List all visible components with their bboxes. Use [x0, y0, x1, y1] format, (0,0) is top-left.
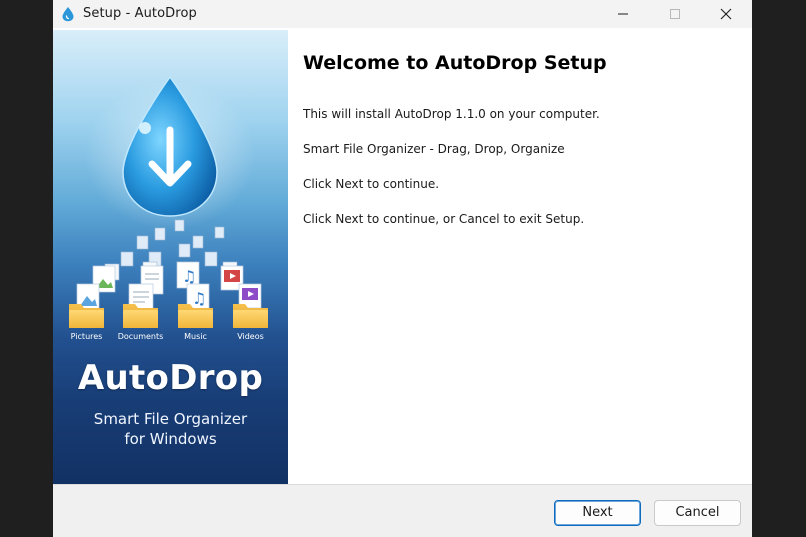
- brand-tagline-line-2: for Windows: [124, 430, 217, 448]
- next-button[interactable]: Next: [554, 500, 641, 526]
- maximize-icon: [670, 9, 680, 19]
- svg-text:♫: ♫: [182, 267, 196, 286]
- video-files-icon: [220, 265, 262, 309]
- close-icon: [720, 8, 732, 20]
- minimize-button[interactable]: [597, 0, 649, 28]
- continue-instruction: Click Next to continue.: [303, 177, 440, 191]
- picture-files-icon: [76, 265, 116, 311]
- window-title: Setup - AutoDrop: [83, 6, 197, 21]
- welcome-content: Welcome to AutoDrop Setup This will inst…: [289, 30, 752, 484]
- product-tagline: Smart File Organizer - Drag, Drop, Organ…: [303, 142, 565, 156]
- folder-label-videos: Videos: [237, 332, 264, 341]
- minimize-icon: [618, 13, 628, 15]
- install-description: This will install AutoDrop 1.1.0 on your…: [303, 107, 600, 121]
- app-water-drop-icon: [61, 6, 75, 22]
- setup-window: Setup - AutoDrop ♫ ♫ Pictures Documents …: [53, 0, 752, 537]
- brand-tagline: Smart File Organizer for Windows: [53, 409, 288, 449]
- brand-tagline-line-1: Smart File Organizer: [93, 410, 248, 428]
- cancel-button[interactable]: Cancel: [654, 500, 741, 526]
- brand-name: AutoDrop: [77, 358, 264, 398]
- folder-label-documents: Documents: [118, 332, 164, 341]
- folder-label-music: Music: [184, 332, 207, 341]
- page-title: Welcome to AutoDrop Setup: [303, 52, 607, 74]
- button-bar: Next Cancel: [53, 484, 752, 537]
- wizard-sidebar-banner: ♫ ♫ Pictures Documents Music Videos Auto…: [53, 30, 288, 484]
- maximize-button[interactable]: [649, 0, 701, 28]
- music-files-icon: ♫ ♫: [176, 261, 210, 311]
- svg-text:♫: ♫: [192, 289, 206, 308]
- exit-instruction: Click Next to continue, or Cancel to exi…: [303, 212, 585, 226]
- close-button[interactable]: [700, 0, 752, 28]
- title-bar[interactable]: Setup - AutoDrop: [53, 0, 752, 28]
- folder-label-pictures: Pictures: [71, 332, 103, 341]
